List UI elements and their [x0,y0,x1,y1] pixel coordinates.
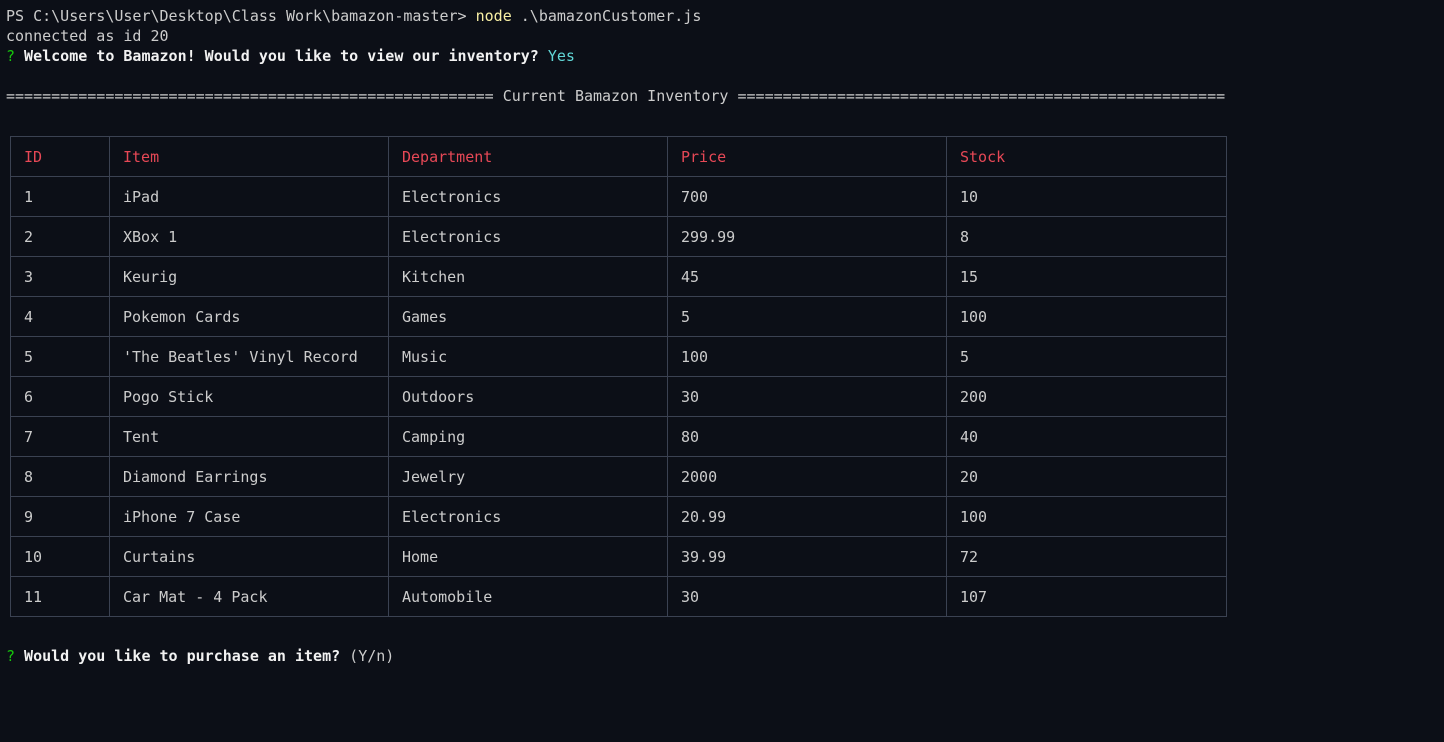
header-department: Department [388,136,668,177]
cell-stock: 107 [946,576,1227,617]
cell-price: 30 [667,376,947,417]
connected-status: connected as id 20 [6,27,169,45]
cell-price: 39.99 [667,536,947,577]
table-row: 7 Tent Camping 80 40 [10,416,1227,457]
cell-stock: 40 [946,416,1227,457]
cell-price: 30 [667,576,947,617]
table-row: 3 Keurig Kitchen 45 15 [10,256,1227,297]
cell-stock: 200 [946,376,1227,417]
cell-stock: 72 [946,536,1227,577]
cell-item: 'The Beatles' Vinyl Record [109,336,389,377]
cell-item: XBox 1 [109,216,389,257]
cell-item: Tent [109,416,389,457]
table-row: 11 Car Mat - 4 Pack Automobile 30 107 [10,576,1227,617]
cell-department: Electronics [388,496,668,537]
cell-price: 299.99 [667,216,947,257]
cell-department: Camping [388,416,668,457]
shell-prompt: PS C:\Users\User\Desktop\Class Work\bama… [6,7,467,25]
table-row: 10 Curtains Home 39.99 72 [10,536,1227,577]
cell-department: Home [388,536,668,577]
command-args: .\bamazonCustomer.js [511,7,702,25]
header-price: Price [667,136,947,177]
table-row: 1 iPad Electronics 700 10 [10,176,1227,217]
cell-id: 10 [10,536,110,577]
cell-id: 8 [10,456,110,497]
purchase-question: Would you like to purchase an item? [15,647,341,665]
table-row: 9 iPhone 7 Case Electronics 20.99 100 [10,496,1227,537]
welcome-prompt: ? Welcome to Bamazon! Would you like to … [6,46,575,66]
table-header-row: ID Item Department Price Stock [10,136,1227,177]
cell-item: Keurig [109,256,389,297]
cell-stock: 100 [946,296,1227,337]
cell-id: 11 [10,576,110,617]
cell-stock: 20 [946,456,1227,497]
cell-price: 5 [667,296,947,337]
cell-item: Pogo Stick [109,376,389,417]
cell-department: Jewelry [388,456,668,497]
cell-id: 1 [10,176,110,217]
cell-item: iPhone 7 Case [109,496,389,537]
cell-department: Kitchen [388,256,668,297]
cell-item: Curtains [109,536,389,577]
cell-department: Automobile [388,576,668,617]
question-mark-icon: ? [6,647,16,665]
table-row: 5 'The Beatles' Vinyl Record Music 100 5 [10,336,1227,377]
cell-item: Diamond Earrings [109,456,389,497]
cell-department: Music [388,336,668,377]
cell-price: 20.99 [667,496,947,537]
cell-price: 100 [667,336,947,377]
welcome-question: Welcome to Bamazon! Would you like to vi… [15,47,539,65]
cell-stock: 100 [946,496,1227,537]
cell-item: Car Mat - 4 Pack [109,576,389,617]
cell-id: 2 [10,216,110,257]
cell-id: 9 [10,496,110,537]
cell-price: 45 [667,256,947,297]
cell-item: iPad [109,176,389,217]
cell-stock: 10 [946,176,1227,217]
header-stock: Stock [946,136,1227,177]
cell-department: Electronics [388,216,668,257]
command-line: PS C:\Users\User\Desktop\Class Work\bama… [6,6,701,26]
header-item: Item [109,136,389,177]
cell-id: 6 [10,376,110,417]
cell-id: 4 [10,296,110,337]
purchase-hint: (Y/n) [340,647,395,665]
cell-stock: 8 [946,216,1227,257]
inventory-table: ID Item Department Price Stock 1 iPad El… [10,136,1227,617]
inventory-banner: ========================================… [6,87,1226,105]
command-name: node [475,7,512,25]
cell-stock: 15 [946,256,1227,297]
cell-price: 2000 [667,456,947,497]
cell-department: Outdoors [388,376,668,417]
header-id: ID [10,136,110,177]
purchase-prompt[interactable]: ? Would you like to purchase an item? (Y… [6,646,394,666]
table-row: 2 XBox 1 Electronics 299.99 8 [10,216,1227,257]
cell-department: Games [388,296,668,337]
cell-price: 700 [667,176,947,217]
table-row: 6 Pogo Stick Outdoors 30 200 [10,376,1227,417]
cell-id: 3 [10,256,110,297]
welcome-answer: Yes [538,47,575,65]
cell-item: Pokemon Cards [109,296,389,337]
question-mark-icon: ? [6,47,16,65]
cell-department: Electronics [388,176,668,217]
cell-price: 80 [667,416,947,457]
table-row: 4 Pokemon Cards Games 5 100 [10,296,1227,337]
cell-stock: 5 [946,336,1227,377]
cell-id: 5 [10,336,110,377]
table-row: 8 Diamond Earrings Jewelry 2000 20 [10,456,1227,497]
cell-id: 7 [10,416,110,457]
